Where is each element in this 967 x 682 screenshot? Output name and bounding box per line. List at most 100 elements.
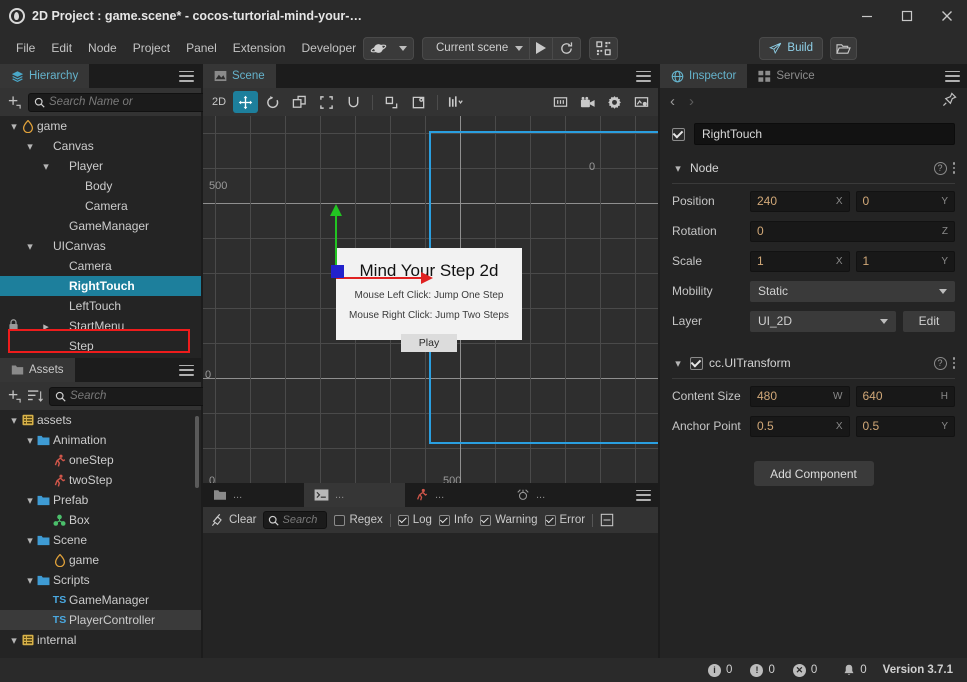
- add-component-button[interactable]: Add Component: [754, 461, 874, 486]
- warning-checkbox[interactable]: [480, 515, 491, 526]
- gizmo-size-icon[interactable]: [444, 91, 469, 113]
- help-icon[interactable]: ?: [934, 357, 947, 370]
- uitransform-section-header[interactable]: cc.UITransform ?: [672, 348, 955, 378]
- dimension-toggle[interactable]: 2D: [207, 91, 231, 113]
- asset-item[interactable]: assets: [0, 410, 201, 430]
- effects-icon[interactable]: [629, 91, 654, 113]
- tab-inspector[interactable]: Inspector: [660, 64, 747, 88]
- add-node-icon[interactable]: [7, 94, 22, 111]
- filter-regex[interactable]: Regex: [334, 514, 382, 526]
- asset-item[interactable]: game: [0, 550, 201, 570]
- chevron-down-icon[interactable]: [40, 160, 52, 173]
- gear-icon[interactable]: [602, 91, 627, 113]
- preview-device-dropdown[interactable]: [393, 38, 413, 59]
- content-size-w-field[interactable]: 480 W: [750, 386, 850, 407]
- chevron-down-icon[interactable]: [8, 634, 20, 647]
- inspector-menu-icon[interactable]: [945, 71, 960, 82]
- error-checkbox[interactable]: [545, 515, 556, 526]
- chevron-down-icon[interactable]: [8, 414, 20, 427]
- magnet-tool-icon[interactable]: [341, 91, 366, 113]
- maximize-icon[interactable]: [887, 0, 927, 32]
- hierarchy-node[interactable]: Player: [0, 156, 201, 176]
- assets-menu-icon[interactable]: [179, 365, 194, 376]
- filter-log[interactable]: Log: [398, 514, 432, 526]
- menu-extension[interactable]: Extension: [225, 38, 294, 58]
- asset-item[interactable]: Box: [0, 510, 201, 530]
- tab-console-assets[interactable]: ...: [203, 483, 304, 507]
- hierarchy-node-selected[interactable]: RightTouch: [0, 276, 201, 296]
- error-status[interactable]: ✕ 0: [793, 664, 817, 677]
- chevron-down-icon[interactable]: [24, 140, 36, 153]
- assets-scrollbar[interactable]: [195, 416, 199, 488]
- chevron-down-icon[interactable]: [24, 240, 36, 253]
- rotate-tool-icon[interactable]: [260, 91, 285, 113]
- filter-error[interactable]: Error: [545, 514, 586, 526]
- hierarchy-node[interactable]: UICanvas: [0, 236, 201, 256]
- help-icon[interactable]: ?: [934, 162, 947, 175]
- mobility-select[interactable]: Static: [750, 281, 955, 302]
- hierarchy-node[interactable]: Body: [0, 176, 201, 196]
- layer-select[interactable]: UI_2D: [750, 311, 896, 332]
- uitransform-collapse-icon[interactable]: [672, 357, 684, 370]
- refresh-button[interactable]: [553, 38, 580, 59]
- collapse-icon[interactable]: [600, 513, 614, 527]
- assets-tree[interactable]: assetsAnimationoneSteptwoStepPrefabBoxSc…: [0, 410, 201, 658]
- uitransform-enabled-checkbox[interactable]: [690, 357, 703, 370]
- hierarchy-tree[interactable]: gameCanvasPlayerBodyCameraGameManagerUIC…: [0, 116, 201, 358]
- asset-item[interactable]: internal: [0, 630, 201, 650]
- chevron-down-icon[interactable]: [24, 534, 36, 547]
- asset-item[interactable]: twoStep: [0, 470, 201, 490]
- menu-node[interactable]: Node: [80, 38, 125, 58]
- preview-device-group[interactable]: [363, 37, 414, 60]
- tab-console[interactable]: ...: [304, 483, 405, 507]
- content-size-h-field[interactable]: 640 H: [856, 386, 956, 407]
- console-menu-icon[interactable]: [636, 490, 651, 501]
- hierarchy-node[interactable]: Canvas: [0, 136, 201, 156]
- hierarchy-node[interactable]: game: [0, 116, 201, 136]
- move-tool-icon[interactable]: [233, 91, 258, 113]
- chevron-down-icon[interactable]: [8, 120, 20, 133]
- position-y-field[interactable]: 0 Y: [856, 191, 956, 212]
- scale-y-field[interactable]: 1 Y: [856, 251, 956, 272]
- asset-item[interactable]: Scripts: [0, 570, 201, 590]
- scene-select[interactable]: Current scene: [423, 38, 529, 59]
- anchor-x-field[interactable]: 0.5 X: [750, 416, 850, 437]
- pin-icon[interactable]: [942, 92, 957, 110]
- scene-viewport[interactable]: 500 0 0 0 500 Mind Your Step 2d Mouse Le…: [203, 116, 658, 483]
- chevron-down-icon[interactable]: [24, 494, 36, 507]
- regex-checkbox[interactable]: [334, 515, 345, 526]
- console-log-area[interactable]: [203, 533, 658, 658]
- camera-icon[interactable]: [575, 91, 600, 113]
- qrcode-group[interactable]: [589, 37, 618, 60]
- chevron-right-icon[interactable]: [40, 320, 52, 333]
- node-name-field[interactable]: RightTouch: [694, 123, 955, 145]
- layer-edit-button[interactable]: Edit: [903, 311, 955, 332]
- node-section-header[interactable]: Node ?: [672, 153, 955, 183]
- lock-icon[interactable]: [8, 319, 20, 332]
- tab-console-preview[interactable]: ...: [506, 483, 607, 507]
- add-asset-icon[interactable]: [7, 388, 22, 405]
- menu-edit[interactable]: Edit: [43, 38, 80, 58]
- tab-console-animation[interactable]: ...: [405, 483, 506, 507]
- scale-x-field[interactable]: 1 X: [750, 251, 850, 272]
- hierarchy-node[interactable]: Step: [0, 336, 201, 356]
- tab-assets[interactable]: Assets: [0, 358, 75, 382]
- asset-item[interactable]: Prefab: [0, 490, 201, 510]
- pivot-icon[interactable]: [379, 91, 404, 113]
- cocos-preview-icon[interactable]: [364, 38, 393, 59]
- asset-item-selected[interactable]: TSPlayerController: [0, 610, 201, 630]
- asset-item[interactable]: Animation: [0, 430, 201, 450]
- tab-service[interactable]: Service: [747, 64, 825, 88]
- coordinate-icon[interactable]: [406, 91, 431, 113]
- hierarchy-node[interactable]: StartMenu: [0, 316, 201, 336]
- menu-developer[interactable]: Developer: [293, 38, 364, 58]
- tab-hierarchy[interactable]: Hierarchy: [0, 64, 89, 88]
- sort-icon[interactable]: [28, 388, 43, 405]
- build-button[interactable]: Build: [759, 37, 823, 60]
- play-button[interactable]: [530, 38, 552, 59]
- warning-status[interactable]: ! 0: [750, 664, 774, 677]
- scene-menu-icon[interactable]: [636, 71, 651, 82]
- scale-tool-icon[interactable]: [287, 91, 312, 113]
- hierarchy-node[interactable]: GameManager: [0, 216, 201, 236]
- folder-open-icon[interactable]: [830, 37, 857, 60]
